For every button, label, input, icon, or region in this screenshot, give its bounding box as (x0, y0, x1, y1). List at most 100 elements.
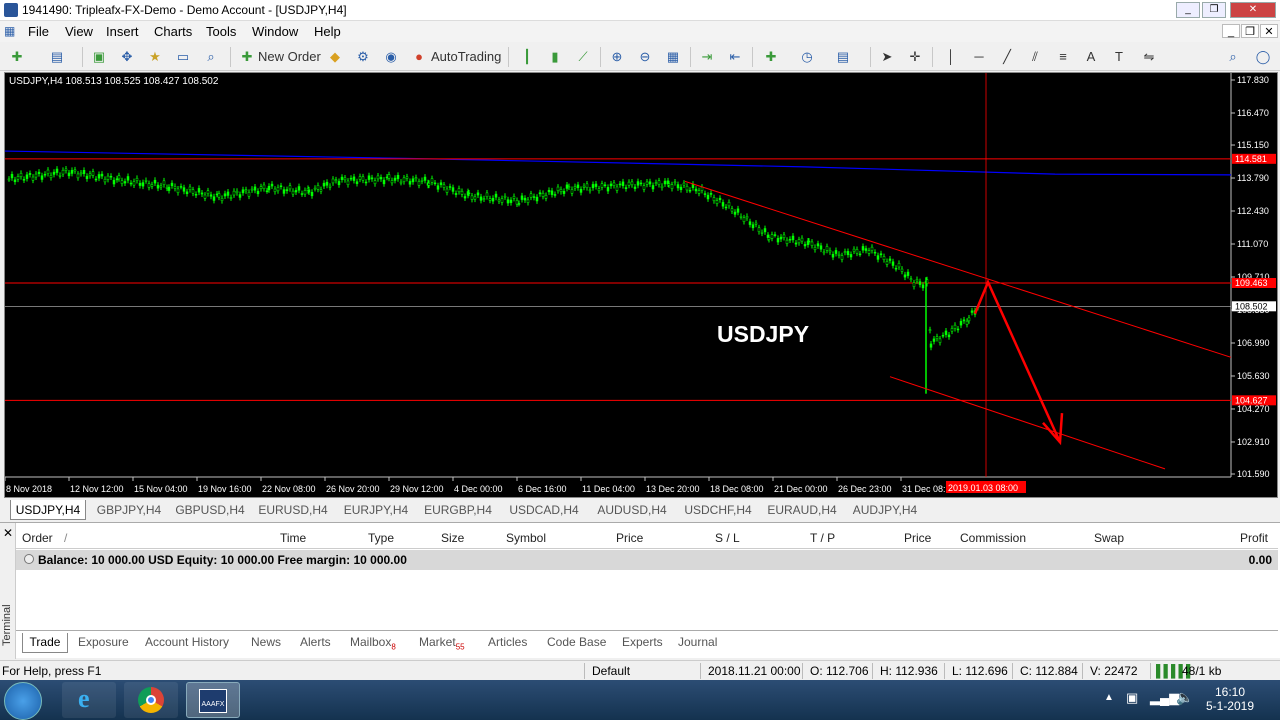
vertical-line-icon[interactable]: │ (942, 48, 960, 66)
mdi-close-button[interactable]: ✕ (1260, 24, 1278, 38)
chart-tab-eurgbp[interactable]: EURGBP,H4 (418, 500, 498, 520)
col-type[interactable]: Type (368, 531, 394, 545)
chart-shift-icon[interactable]: ⇤ (726, 48, 744, 66)
autotrading-button[interactable]: AutoTrading (431, 47, 501, 67)
chart-tab-audusd[interactable]: AUDUSD,H4 (592, 500, 672, 520)
new-order-icon[interactable]: ✚ (238, 48, 256, 66)
navigator-icon[interactable]: ★ (146, 48, 164, 66)
chart-canvas[interactable]: 117.830 116.470 115.150 113.790 112.430 111.0… (5, 73, 1279, 499)
maximize-button[interactable]: ❐ (1202, 2, 1226, 18)
candlestick-icon[interactable]: ▮ (546, 48, 564, 66)
menu-insert[interactable]: Insert (106, 24, 139, 39)
col-commission[interactable]: Commission (960, 531, 1026, 545)
tester-icon[interactable]: ⌕ (202, 48, 220, 66)
col-price[interactable]: Price (616, 531, 643, 545)
zoom-in-icon[interactable]: ⊕ (608, 48, 626, 66)
horizontal-line-icon[interactable]: ─ (970, 48, 988, 66)
zoom-out-icon[interactable]: ⊖ (636, 48, 654, 66)
chart-tab-euraud[interactable]: EURAUD,H4 (762, 500, 842, 520)
close-button[interactable]: ✕ (1230, 2, 1276, 18)
terminal-tab-trade[interactable]: Trade (22, 633, 68, 653)
market-watch-icon[interactable]: ▣ (90, 48, 108, 66)
price-chart[interactable]: 117.830 116.470 115.150 113.790 112.430 111.0… (4, 72, 1278, 498)
profiles-icon[interactable]: ▤ (48, 48, 66, 66)
col-current-price[interactable]: Price (904, 531, 931, 545)
chart-tab-gbpusd[interactable]: GBPUSD,H4 (170, 500, 250, 520)
terminal-close-icon[interactable]: ✕ (3, 526, 13, 540)
col-time[interactable]: Time (280, 531, 306, 545)
data-window-icon[interactable]: ✥ (118, 48, 136, 66)
terminal-tab-code-base[interactable]: Code Base (547, 633, 606, 653)
col-profit[interactable]: Profit (1240, 531, 1268, 545)
mdi-minimize-button[interactable]: _ (1222, 24, 1240, 38)
chart-window-icon[interactable]: ▦ (4, 24, 15, 38)
terminal-tab-alerts[interactable]: Alerts (300, 633, 331, 653)
terminal-tab-exposure[interactable]: Exposure (78, 633, 129, 653)
terminal-tab-market[interactable]: Market55 (419, 633, 465, 653)
chart-tab-usdchf[interactable]: USDCHF,H4 (678, 500, 758, 520)
candle-body (915, 279, 919, 282)
metaeditor-icon[interactable]: ◆ (326, 48, 344, 66)
cursor-icon[interactable]: ➤ (878, 48, 896, 66)
search-icon[interactable]: ⌕ (1224, 48, 1242, 66)
balance-row[interactable]: Balance: 10 000.00 USD Equity: 10 000.00… (16, 550, 1278, 570)
col-size[interactable]: Size (441, 531, 464, 545)
internet-explorer-icon[interactable]: e (62, 682, 116, 718)
periods-icon[interactable]: ◷ (798, 48, 816, 66)
menu-file[interactable]: File (28, 24, 49, 39)
col-sl[interactable]: S / L (715, 531, 740, 545)
auto-scroll-icon[interactable]: ⇥ (698, 48, 716, 66)
new-order-button[interactable]: New Order (258, 47, 321, 67)
chrome-icon[interactable] (124, 682, 178, 718)
fibonacci-icon[interactable]: ≡ (1054, 48, 1072, 66)
profile-name[interactable]: Default (592, 664, 630, 678)
metatrader-taskbar-button[interactable]: AAAFX (186, 682, 240, 718)
text-icon[interactable]: A (1082, 48, 1100, 66)
signal-icon[interactable]: ▂▄▆ (1150, 690, 1179, 706)
chat-icon[interactable]: ◯ (1254, 48, 1272, 66)
terminal-icon[interactable]: ▭ (174, 48, 192, 66)
volume-icon[interactable]: 🔈 (1176, 689, 1193, 706)
start-button[interactable] (4, 682, 42, 720)
terminal-tab-mailbox[interactable]: Mailbox8 (350, 633, 396, 653)
chart-tab-usdcad[interactable]: USDCAD,H4 (504, 500, 584, 520)
terminal-tab-account-history[interactable]: Account History (145, 633, 229, 653)
new-chart-icon[interactable]: ✚ (8, 48, 26, 66)
menu-help[interactable]: Help (314, 24, 341, 39)
chart-tab-audjpy[interactable]: AUDJPY,H4 (846, 500, 924, 520)
signals-icon[interactable]: ◉ (382, 48, 400, 66)
chart-tab-eurusd[interactable]: EURUSD,H4 (254, 500, 332, 520)
indicators-icon[interactable]: ✚ (762, 48, 780, 66)
autotrading-icon[interactable]: ● (410, 48, 428, 66)
col-order[interactable]: Order (22, 531, 53, 545)
terminal-tab-experts[interactable]: Experts (622, 633, 663, 653)
show-hidden-icons-icon[interactable]: ▲ (1104, 692, 1114, 703)
chart-tab-eurjpy[interactable]: EURJPY,H4 (338, 500, 414, 520)
crosshair-icon[interactable]: ✛ (906, 48, 924, 66)
terminal-tab-journal[interactable]: Journal (678, 633, 717, 653)
bar-chart-icon[interactable]: ┃ (518, 48, 536, 66)
options-icon[interactable]: ⚙ (354, 48, 372, 66)
trendline-icon[interactable]: ╱ (998, 48, 1016, 66)
network-icon[interactable]: ▣ (1126, 690, 1138, 706)
minimize-button[interactable]: _ (1176, 2, 1200, 18)
chart-tab-usdjpy[interactable]: USDJPY,H4 (10, 500, 86, 520)
col-tp[interactable]: T / P (810, 531, 835, 545)
menu-tools[interactable]: Tools (206, 24, 236, 39)
mdi-restore-button[interactable]: ❐ (1241, 24, 1259, 38)
terminal-tab-articles[interactable]: Articles (488, 633, 527, 653)
text-label-icon[interactable]: T (1110, 48, 1128, 66)
col-symbol[interactable]: Symbol (506, 531, 546, 545)
arrows-icon[interactable]: ⇋ (1140, 48, 1158, 66)
menu-charts[interactable]: Charts (154, 24, 192, 39)
equidistant-channel-icon[interactable]: ⫽ (1026, 48, 1044, 66)
menu-window[interactable]: Window (252, 24, 298, 39)
terminal-tab-news[interactable]: News (251, 633, 281, 653)
col-swap[interactable]: Swap (1094, 531, 1124, 545)
line-chart-icon[interactable]: ⟋ (574, 48, 592, 66)
chart-tab-gbpjpy[interactable]: GBPJPY,H4 (90, 500, 168, 520)
menu-view[interactable]: View (65, 24, 93, 39)
tile-windows-icon[interactable]: ▦ (664, 48, 682, 66)
system-clock[interactable]: 16:10 5-1-2019 (1202, 685, 1258, 713)
templates-icon[interactable]: ▤ (834, 48, 852, 66)
